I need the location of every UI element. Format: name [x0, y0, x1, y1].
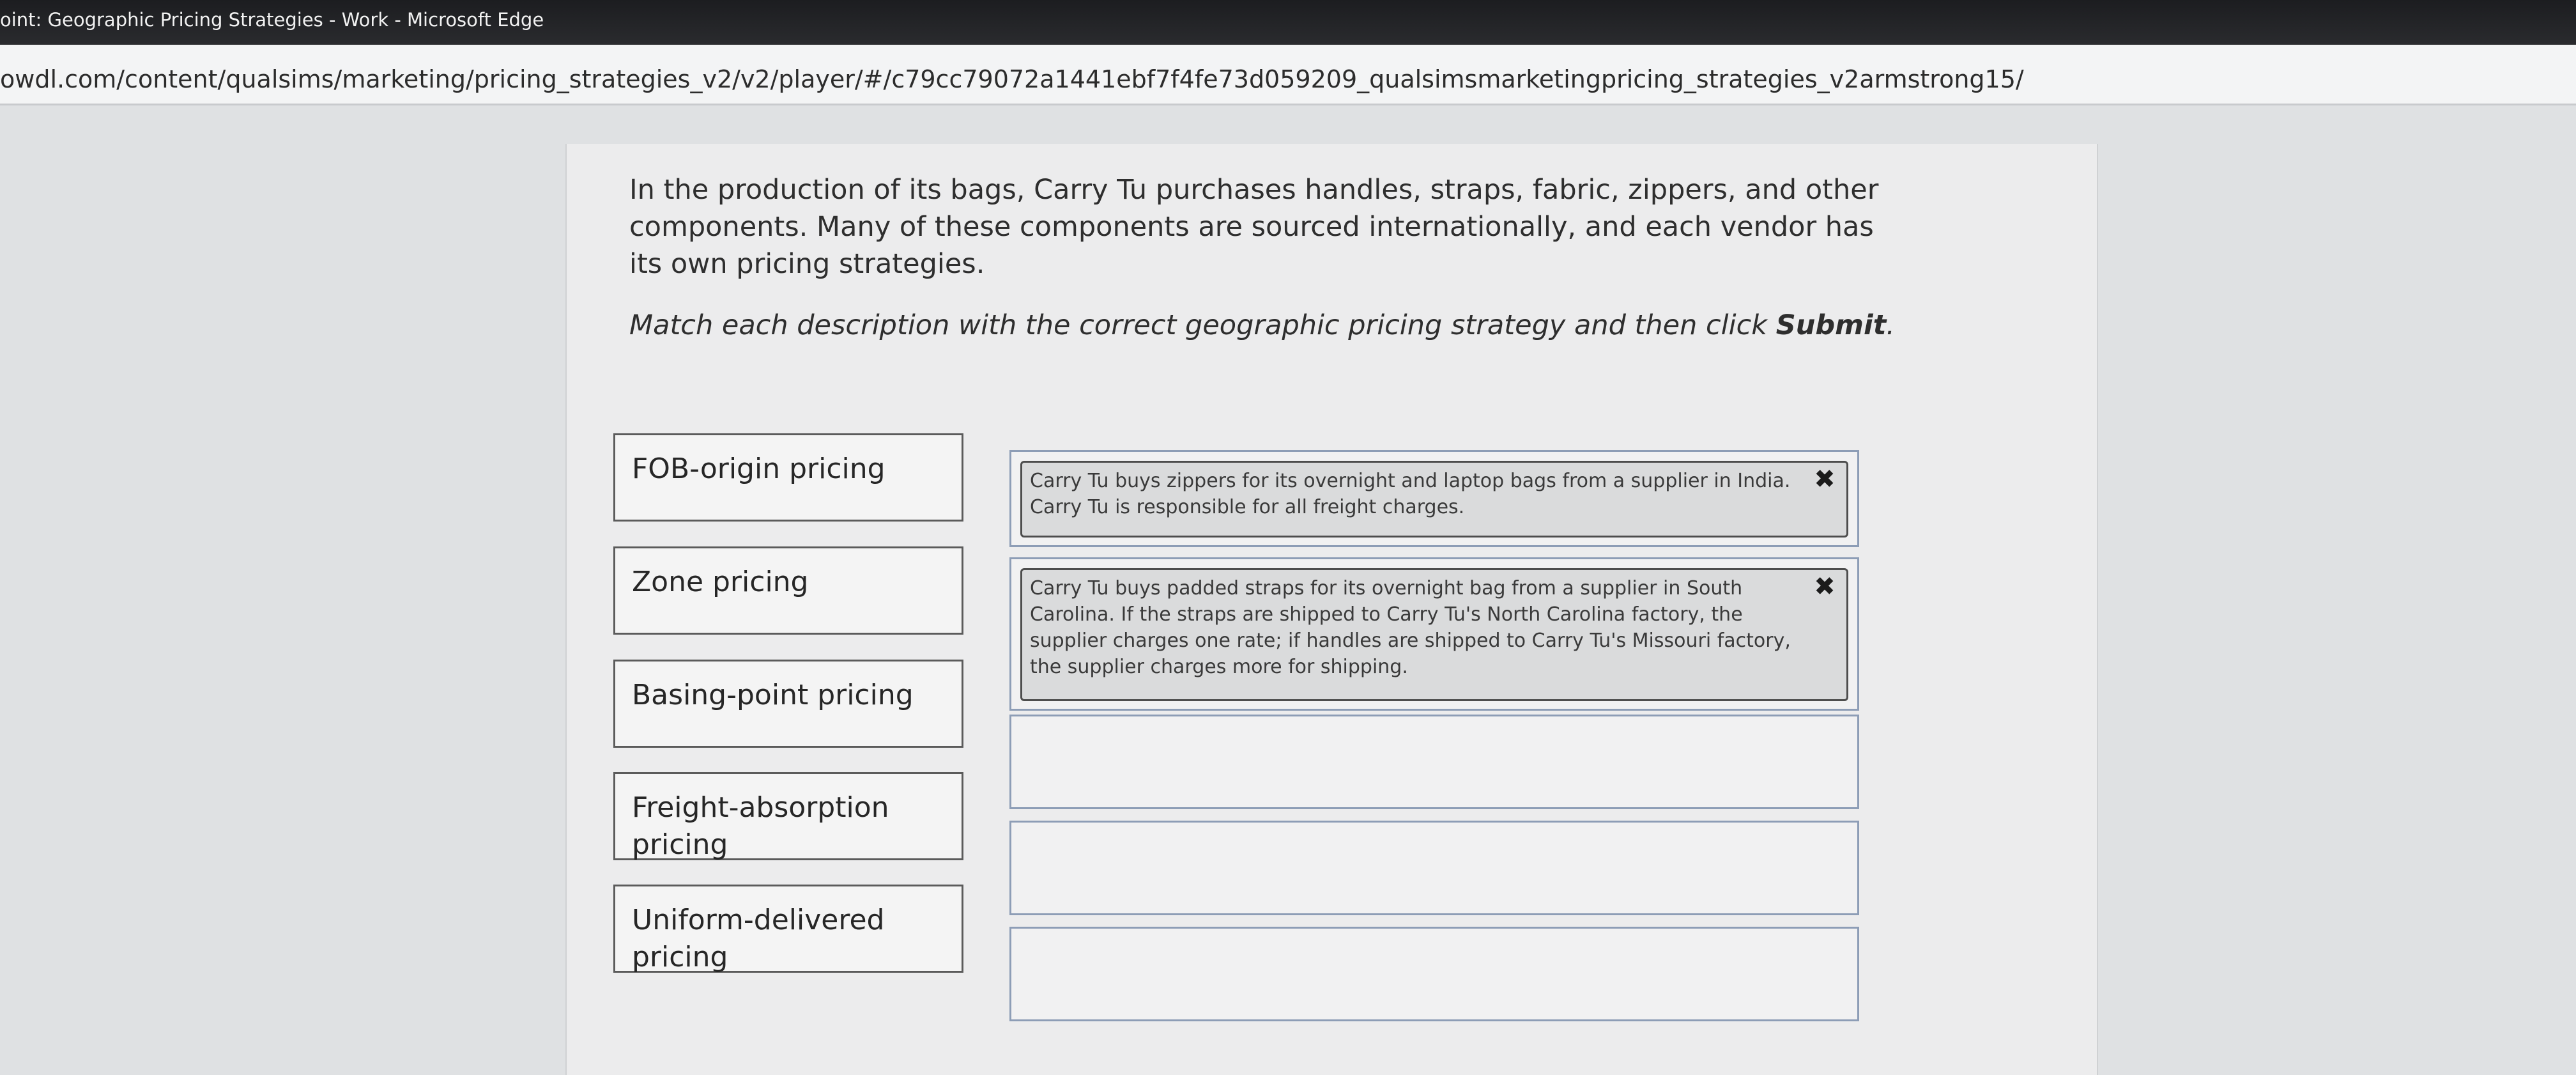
term-label: Zone pricing	[632, 566, 809, 598]
instruction-suffix: .	[1886, 309, 1895, 341]
close-icon[interactable]: ✖	[1812, 467, 1837, 492]
close-icon[interactable]: ✖	[1812, 574, 1837, 599]
window-title-bar: oint: Geographic Pricing Strategies - Wo…	[0, 0, 2576, 45]
drop-target-1[interactable]: Carry Tu buys zippers for its overnight …	[1009, 450, 1859, 547]
url-text[interactable]: owdl.com/content/qualsims/marketing/pric…	[0, 65, 2024, 93]
term-card-fob-origin[interactable]: FOB-origin pricing	[613, 433, 963, 522]
instruction-text: Match each description with the correct …	[629, 307, 1907, 344]
window-title: oint: Geographic Pricing Strategies - Wo…	[0, 9, 544, 31]
description-text: Carry Tu buys padded straps for its over…	[1030, 577, 1791, 678]
instruction-prefix: Match each description with the correct …	[629, 309, 1776, 341]
term-card-basing-point[interactable]: Basing-point pricing	[613, 660, 963, 748]
placed-description-card[interactable]: Carry Tu buys padded straps for its over…	[1020, 568, 1848, 701]
drop-target-3[interactable]	[1009, 715, 1859, 809]
term-card-freight-absorption[interactable]: Freight-absorption pricing	[613, 772, 963, 861]
placed-description-card[interactable]: Carry Tu buys zippers for its overnight …	[1020, 461, 1848, 538]
description-text: Carry Tu buys zippers for its overnight …	[1030, 470, 1791, 518]
term-label: Uniform-delivered pricing	[632, 904, 885, 973]
term-label: Freight-absorption pricing	[632, 791, 889, 861]
instruction-submit-word: Submit	[1775, 309, 1887, 341]
term-label: Basing-point pricing	[632, 679, 914, 711]
intro-text: In the production of its bags, Carry Tu …	[629, 174, 1879, 280]
drop-target-5[interactable]	[1009, 927, 1859, 1021]
term-label: FOB-origin pricing	[632, 452, 885, 485]
address-bar[interactable]: owdl.com/content/qualsims/marketing/pric…	[0, 45, 2576, 105]
term-card-zone[interactable]: Zone pricing	[613, 546, 963, 635]
term-card-uniform-delivered[interactable]: Uniform-delivered pricing	[613, 885, 963, 973]
drop-target-2[interactable]: Carry Tu buys padded straps for its over…	[1009, 557, 1859, 711]
drop-target-4[interactable]	[1009, 821, 1859, 915]
